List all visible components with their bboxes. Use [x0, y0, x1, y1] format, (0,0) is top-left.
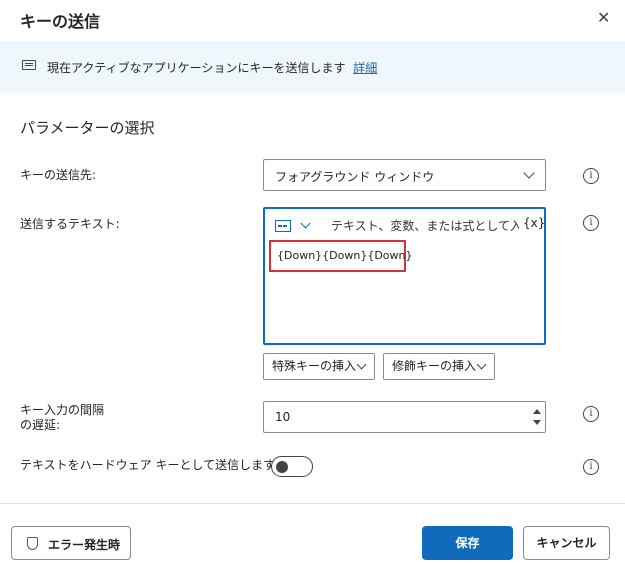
delay-label-line1: キー入力の間隔	[20, 403, 105, 417]
dialog-title: キーの送信	[20, 12, 101, 31]
decrement-icon[interactable]	[533, 420, 541, 425]
text-label: 送信するテキスト:	[20, 217, 120, 231]
text-placeholder: テキスト、変数、または式として入力しま	[331, 219, 519, 233]
delay-label-line2: の遅延:	[20, 418, 61, 432]
keyboard-icon	[22, 60, 36, 70]
insert-special-key-button[interactable]: 特殊キーの挿入	[263, 353, 375, 380]
insert-special-key-label: 特殊キーの挿入	[272, 359, 357, 373]
delay-spinbox[interactable]: 10	[263, 401, 546, 433]
delay-label: キー入力の間隔 の遅延:	[20, 403, 104, 433]
chevron-down-icon[interactable]	[300, 218, 311, 229]
info-icon[interactable]: i	[583, 406, 599, 422]
info-banner: 現在アクティブなアプリケーションにキーを送信します 詳細	[0, 41, 625, 93]
footer-divider	[0, 503, 625, 504]
text-input[interactable]: テキスト、変数、または式として入力しま {x} {Down}{Down}{Dow…	[263, 207, 546, 345]
close-icon[interactable]: ✕	[597, 8, 610, 28]
target-value: フォアグラウンド ウィンドウ	[275, 170, 435, 184]
target-dropdown[interactable]: フォアグラウンド ウィンドウ	[263, 159, 546, 191]
delay-value: 10	[275, 410, 291, 424]
section-title: パラメーターの選択	[20, 119, 155, 137]
banner-message: 現在アクティブなアプリケーションにキーを送信します 詳細	[47, 59, 377, 76]
on-error-label: エラー発生時	[48, 538, 121, 552]
insert-modifier-key-label: 修飾キーの挿入	[392, 359, 477, 373]
cancel-button[interactable]: キャンセル	[523, 526, 610, 560]
info-icon[interactable]: i	[583, 459, 599, 475]
text-value-highlight: {Down}{Down}{Down}	[269, 240, 413, 272]
chevron-down-icon	[476, 359, 487, 370]
on-error-button[interactable]: エラー発生時	[11, 526, 131, 560]
increment-icon[interactable]	[533, 409, 541, 414]
chevron-down-icon	[523, 167, 535, 179]
info-icon[interactable]: i	[583, 215, 599, 231]
hardware-label: テキストをハードウェア キーとして送信します:	[20, 458, 280, 472]
text-value[interactable]: {Down}{Down}{Down}	[277, 249, 413, 262]
save-button[interactable]: 保存	[422, 526, 513, 560]
shield-icon	[27, 537, 38, 550]
target-label: キーの送信先:	[20, 168, 97, 182]
info-icon[interactable]: i	[583, 168, 599, 184]
hardware-toggle[interactable]	[271, 456, 313, 477]
variable-icon[interactable]: {x}	[523, 216, 545, 230]
chevron-down-icon	[356, 359, 367, 370]
toggle-knob	[276, 461, 288, 473]
banner-text: 現在アクティブなアプリケーションにキーを送信します	[47, 61, 346, 75]
details-link[interactable]: 詳細	[353, 61, 377, 75]
insert-modifier-key-button[interactable]: 修飾キーの挿入	[383, 353, 495, 380]
text-mode-icon[interactable]	[275, 220, 291, 232]
